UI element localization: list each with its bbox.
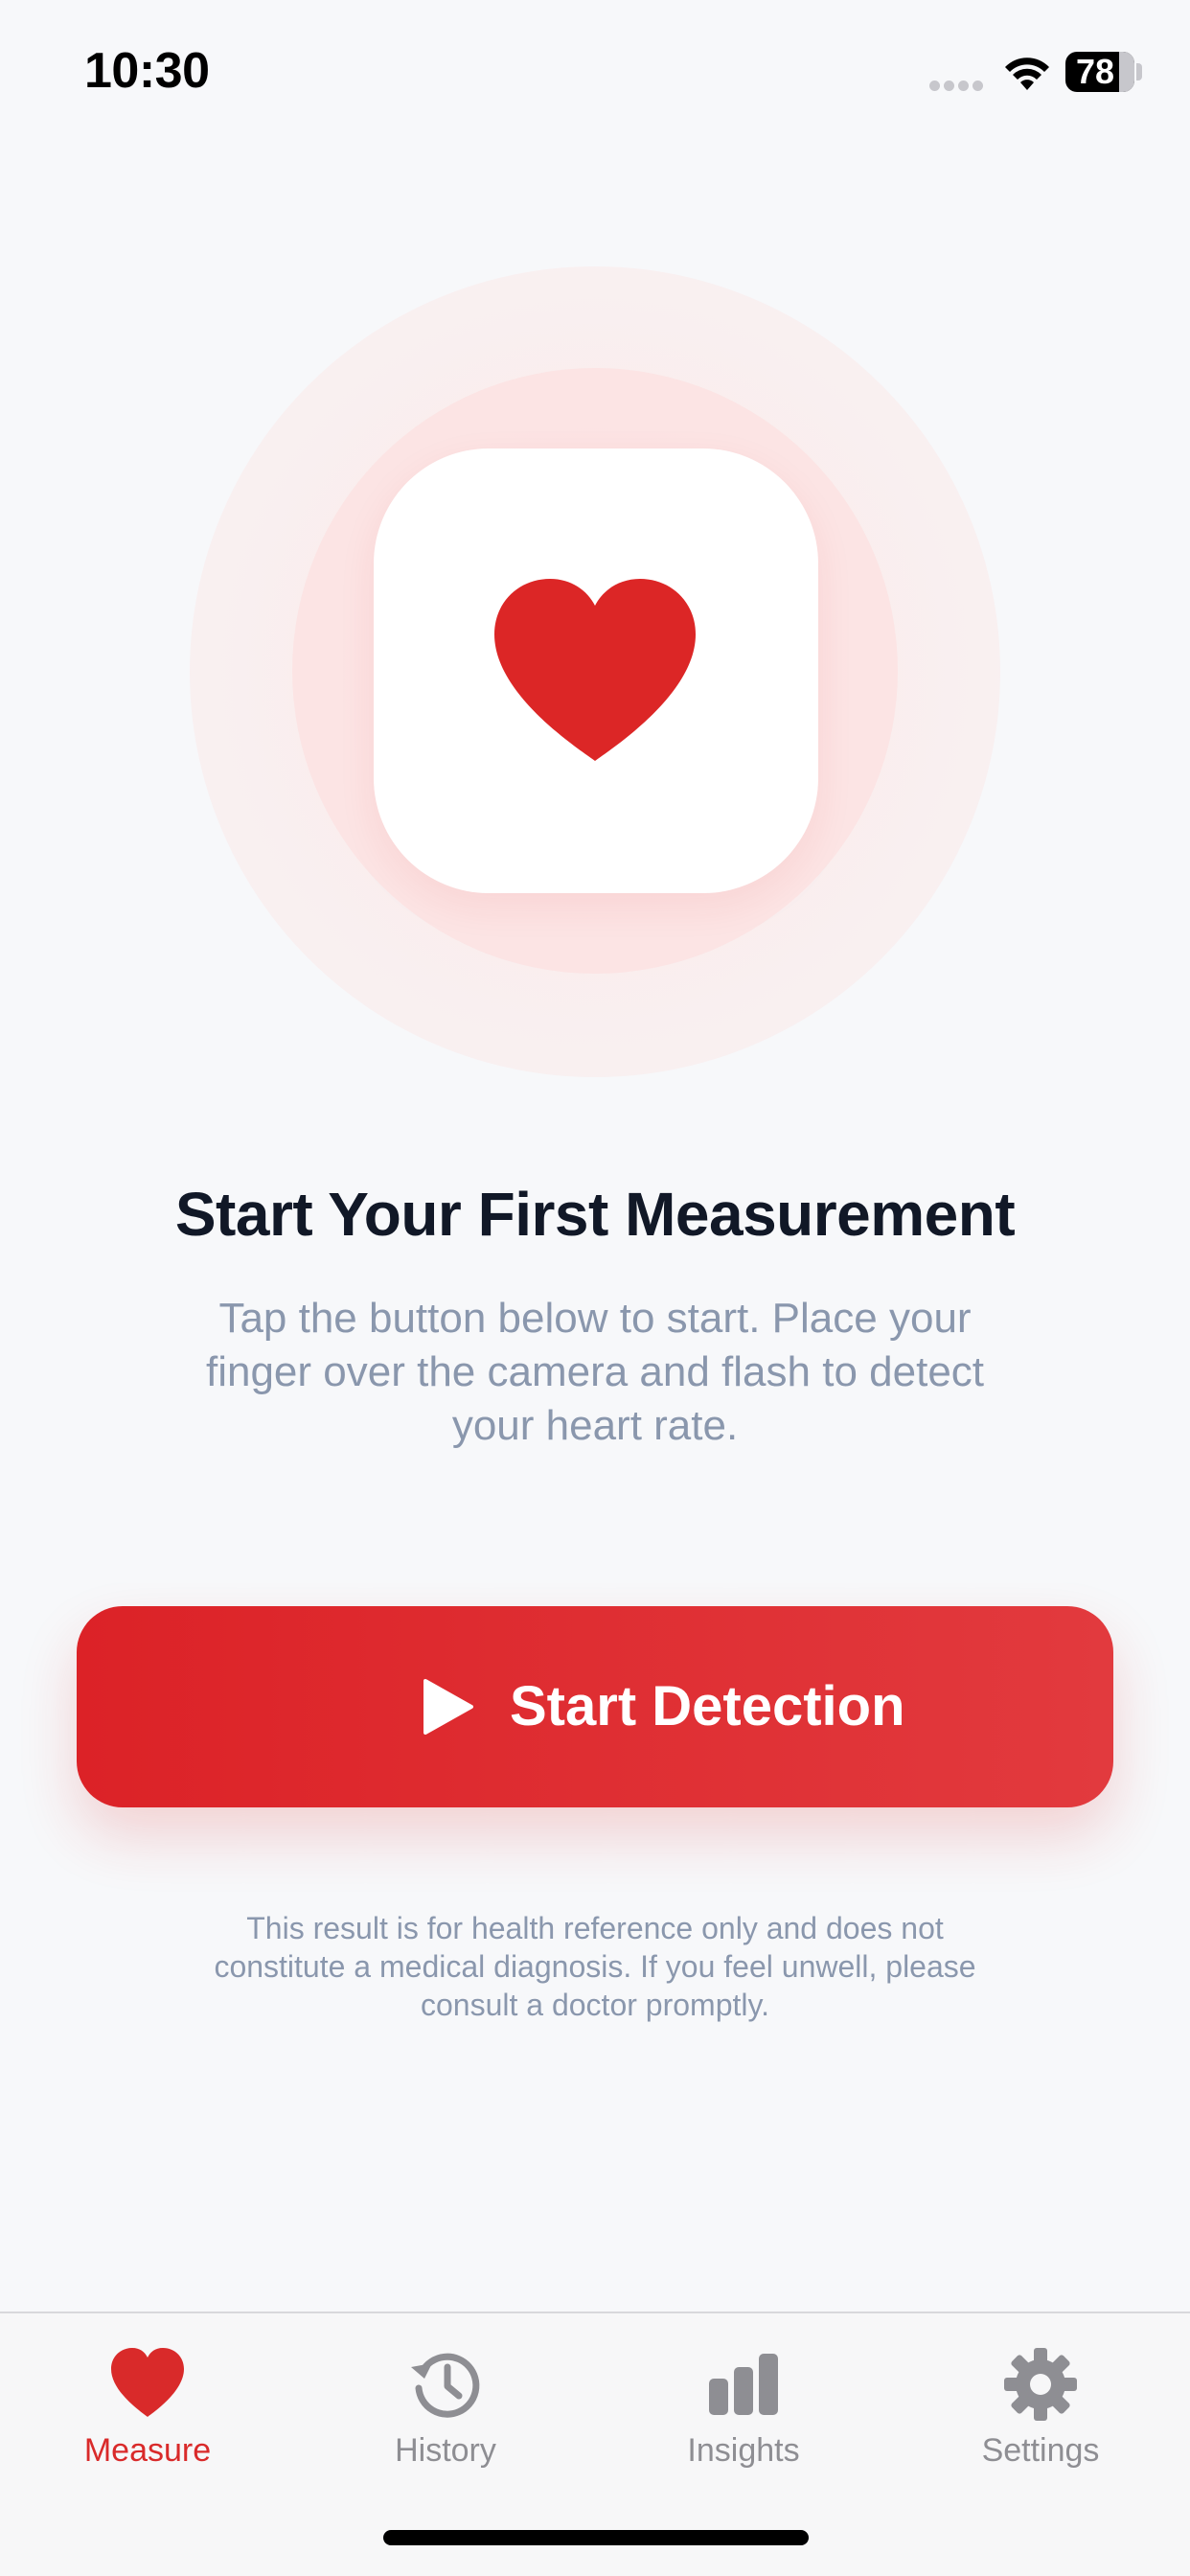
bar-chart-icon	[709, 2354, 778, 2415]
tab-settings[interactable]: Settings	[926, 2334, 1156, 2497]
wifi-icon	[1005, 58, 1049, 90]
start-detection-button[interactable]: Start Detection	[77, 1606, 1113, 1807]
play-icon	[423, 1679, 473, 1735]
status-bar: 10:30 78	[0, 0, 1190, 144]
tab-label: History	[395, 2432, 496, 2469]
cellular-signal-icon	[929, 79, 989, 91]
start-detection-label: Start Detection	[510, 1675, 905, 1737]
tab-label: Insights	[687, 2432, 800, 2469]
instructions-text: Tap the button below to start. Place you…	[205, 1295, 985, 1449]
page-title: Start Your First Measurement	[174, 1180, 1016, 1249]
tab-measure[interactable]: Measure	[33, 2334, 263, 2497]
status-time: 10:30	[84, 43, 210, 99]
screen: 10:30 78 Start Your First Measurement Ta…	[0, 0, 1190, 2576]
battery-cap	[1136, 63, 1142, 80]
home-indicator[interactable]	[383, 2530, 809, 2545]
heart-icon	[494, 579, 696, 761]
gear-icon	[1004, 2348, 1077, 2421]
history-icon	[411, 2353, 480, 2418]
tab-history[interactable]: History	[331, 2334, 561, 2497]
battery-level: 78	[1075, 52, 1115, 91]
battery-icon: 78	[1065, 52, 1134, 92]
heart-icon	[111, 2348, 184, 2417]
disclaimer-text: This result is for health reference only…	[214, 1911, 976, 2022]
tab-label: Settings	[981, 2432, 1100, 2469]
tab-label: Measure	[83, 2432, 212, 2469]
tab-insights[interactable]: Insights	[629, 2334, 858, 2497]
